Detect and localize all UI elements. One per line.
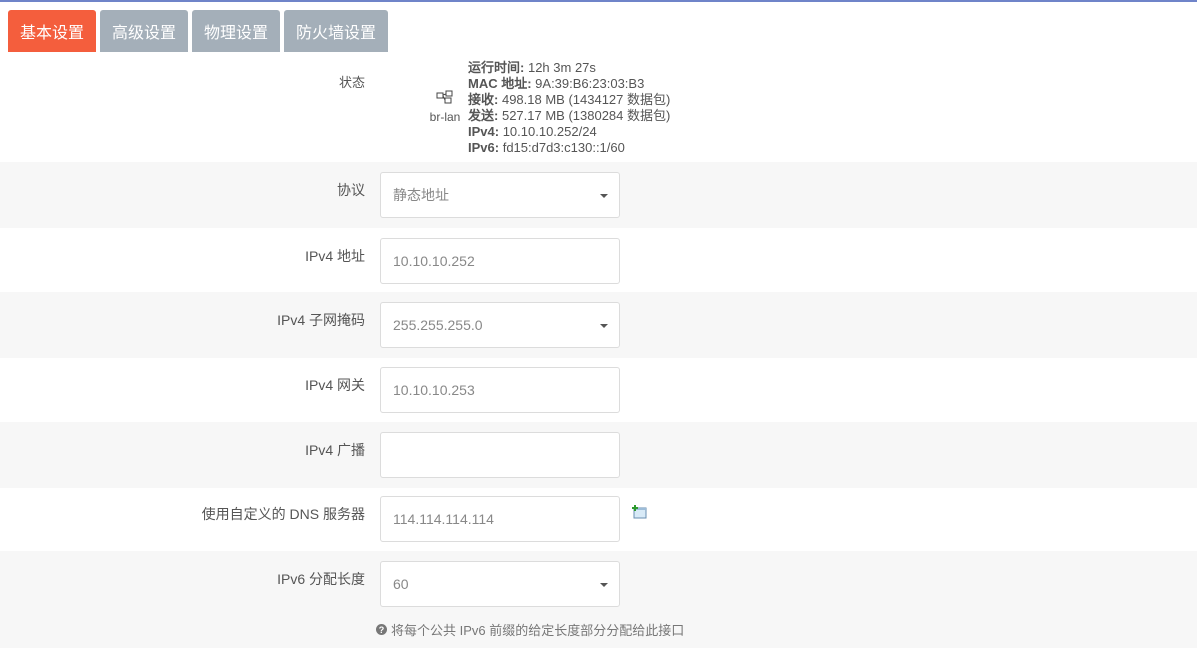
- status-line-mac: MAC 地址: 9A:39:B6:23:03:B3: [468, 76, 645, 91]
- status-line-ipv4: IPv4: 10.10.10.252/24: [468, 124, 597, 139]
- ipv4-broadcast-row: IPv4 广播: [0, 422, 1197, 488]
- ipv4-address-label: IPv4 地址: [305, 248, 365, 264]
- network-bridge-icon: [436, 90, 453, 104]
- tab-firewall-settings[interactable]: 防火墙设置: [284, 10, 389, 52]
- tab-advanced-settings[interactable]: 高级设置: [100, 10, 189, 52]
- ipv4-netmask-select[interactable]: 255.255.255.0: [380, 302, 620, 348]
- status-details: 运行时间: 12h 3m 27s MAC 地址: 9A:39:B6:23:03:…: [468, 60, 670, 156]
- protocol-label: 协议: [337, 182, 365, 198]
- chevron-down-icon: [600, 194, 608, 198]
- ipv6-assign-help: ? 将每个公共 IPv6 前缀的给定长度部分分配给此接口: [376, 620, 684, 639]
- ipv4-netmask-row: IPv4 子网掩码 255.255.255.0: [0, 292, 1197, 358]
- tab-basic-settings[interactable]: 基本设置: [8, 10, 97, 52]
- dns-row: 使用自定义的 DNS 服务器 114.114.114.114: [0, 486, 1197, 552]
- tab-bar: 基本设置 高级设置 物理设置 防火墙设置: [8, 10, 392, 55]
- ipv4-broadcast-label: IPv4 广播: [305, 442, 365, 458]
- status-line-ipv6: IPv6: fd15:d7d3:c130::1/60: [468, 140, 625, 155]
- ipv4-address-input[interactable]: 10.10.10.252: [380, 238, 620, 284]
- ipv6-assign-select[interactable]: 60: [380, 561, 620, 607]
- add-dns-icon[interactable]: [632, 504, 648, 520]
- interface-badge: br-lan: [427, 90, 463, 124]
- dns-input[interactable]: 114.114.114.114: [380, 496, 620, 542]
- status-line-rx: 接收: 498.18 MB (1434127 数据包): [468, 92, 671, 107]
- status-label: 状态: [338, 75, 365, 90]
- ipv4-broadcast-input[interactable]: [380, 432, 620, 478]
- protocol-select[interactable]: 静态地址: [380, 172, 620, 218]
- ipv4-netmask-label: IPv4 子网掩码: [277, 312, 365, 328]
- tab-physical-settings[interactable]: 物理设置: [192, 10, 281, 52]
- help-text: 将每个公共 IPv6 前缀的给定长度部分分配给此接口: [391, 623, 685, 638]
- protocol-row: 协议 静态地址: [0, 162, 1197, 228]
- ipv4-gateway-label: IPv4 网关: [305, 377, 365, 393]
- interface-name: br-lan: [429, 110, 461, 124]
- question-circle-icon: ?: [376, 624, 387, 635]
- ipv4-gateway-row: IPv4 网关 10.10.10.253: [0, 357, 1197, 423]
- ipv4-gateway-input[interactable]: 10.10.10.253: [380, 367, 620, 413]
- status-line-tx: 发送: 527.17 MB (1380284 数据包): [468, 108, 671, 123]
- ipv6-assign-label: IPv6 分配长度: [277, 571, 365, 587]
- status-line-uptime: 运行时间: 12h 3m 27s: [468, 60, 596, 75]
- dns-label: 使用自定义的 DNS 服务器: [201, 506, 365, 522]
- ipv4-address-row: IPv4 地址 10.10.10.252: [0, 228, 1197, 294]
- chevron-down-icon: [600, 583, 608, 587]
- chevron-down-icon: [600, 324, 608, 328]
